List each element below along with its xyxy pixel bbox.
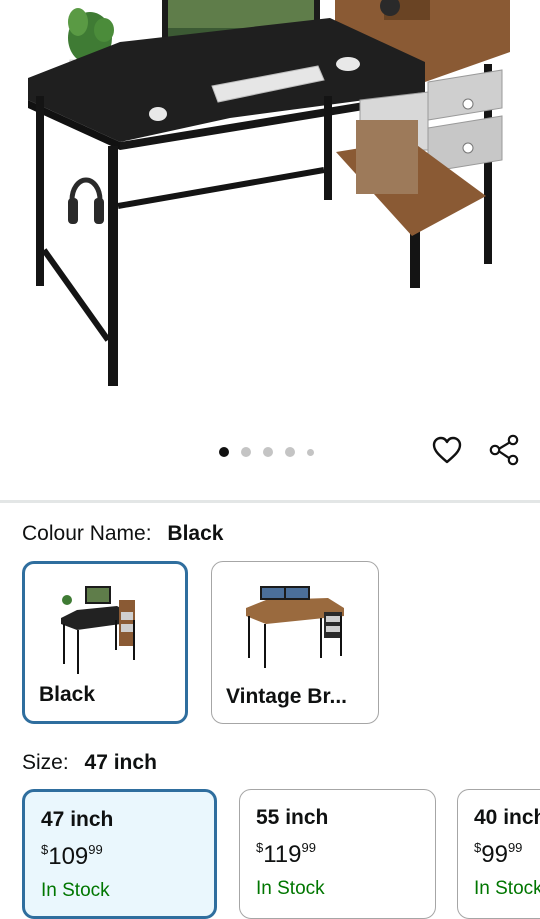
size-option-55-inch[interactable]: 55 inch $11999 In Stock	[239, 789, 436, 919]
size-option-price: $10999	[41, 842, 198, 871]
price-whole: 99	[481, 841, 508, 868]
stock-status: In Stock	[474, 878, 540, 899]
product-image-carousel[interactable]	[0, 0, 540, 500]
colour-name-row: Colour Name: Black	[22, 522, 223, 546]
colour-option-label: Black	[39, 683, 96, 706]
stock-status: In Stock	[256, 878, 325, 899]
share-icon	[489, 434, 519, 466]
colour-option-vintage-brown[interactable]: Vintage Br...	[211, 561, 379, 724]
size-option-47-inch[interactable]: 47 inch $10999 In Stock	[22, 789, 217, 919]
colour-option-black[interactable]: Black	[22, 561, 188, 724]
price-fraction: 99	[507, 840, 523, 855]
carousel-dot[interactable]	[285, 447, 295, 457]
size-option-price: $9999	[474, 840, 524, 869]
carousel-dot[interactable]	[219, 447, 229, 457]
stock-status: In Stock	[41, 880, 110, 901]
size-option-40-inch[interactable]: 40 inch $9999 In Stock	[457, 789, 540, 919]
carousel-dot[interactable]	[241, 447, 251, 457]
price-whole: 119	[263, 841, 302, 868]
colour-thumbnail	[25, 578, 185, 678]
price-whole: 109	[48, 843, 89, 870]
size-option-label: 55 inch	[256, 806, 329, 829]
size-option-label: 40 inch	[474, 806, 540, 829]
size-option-price: $11999	[256, 840, 419, 869]
colour-thumbnail	[212, 576, 378, 676]
section-divider	[0, 500, 540, 503]
carousel-indicator[interactable]	[219, 446, 314, 458]
carousel-dot[interactable]	[307, 448, 314, 456]
size-label: Size:	[22, 751, 69, 774]
price-fraction: 99	[88, 842, 103, 857]
colour-name-label: Colour Name:	[22, 522, 152, 545]
add-to-wishlist-button[interactable]	[429, 432, 465, 468]
size-option-label: 47 inch	[41, 808, 114, 831]
size-row: Size: 47 inch	[22, 751, 157, 775]
product-image	[28, 0, 510, 386]
heart-icon	[432, 436, 462, 464]
carousel-dot[interactable]	[263, 447, 273, 457]
price-fraction: 99	[301, 840, 316, 855]
colour-option-label: Vintage Br...	[226, 685, 347, 708]
colour-selected-value: Black	[167, 522, 224, 545]
size-selected-value: 47 inch	[84, 751, 157, 774]
share-button[interactable]	[486, 432, 522, 468]
